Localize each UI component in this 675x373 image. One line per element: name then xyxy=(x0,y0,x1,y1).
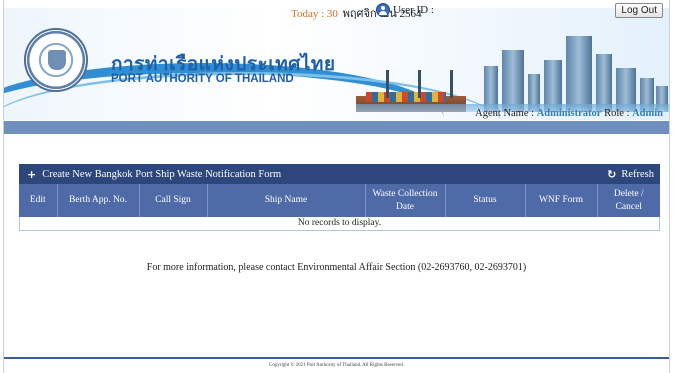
refresh-button[interactable]: ↻ Refresh xyxy=(607,168,654,181)
column-header-status[interactable]: Status xyxy=(445,184,526,217)
port-authority-seal-logo xyxy=(24,28,88,92)
column-header-wnf-form[interactable]: WNF Form xyxy=(525,184,598,217)
column-header-ship-name[interactable]: Ship Name xyxy=(207,184,366,217)
column-header-waste-collection-date[interactable]: Waste Collection Date xyxy=(365,184,446,217)
grid-toolbar: + Create New Bangkok Port Ship Waste Not… xyxy=(19,164,660,184)
agent-info: Agent Name : Administrator Role : Admin xyxy=(475,108,663,119)
org-name-english: PORT AUTHORITY OF THAILAND xyxy=(111,73,294,85)
header-banner: การท่าเรือแห่งประเทศไทย PORT AUTHORITY O… xyxy=(4,8,669,120)
header-row: Edit Berth App. No. Call Sign Ship Name … xyxy=(19,184,660,217)
grid-header: Edit Berth App. No. Call Sign Ship Name … xyxy=(19,184,660,217)
role-value: Admin xyxy=(632,108,663,119)
plus-icon: + xyxy=(27,167,37,181)
waste-notification-grid: + Create New Bangkok Port Ship Waste Not… xyxy=(19,164,660,231)
page-frame: การท่าเรือแห่งประเทศไทย PORT AUTHORITY O… xyxy=(3,0,670,373)
port-skyline-image xyxy=(356,32,669,112)
logout-button[interactable]: Log Out xyxy=(615,3,663,18)
user-icon xyxy=(376,3,390,17)
nav-bar xyxy=(4,121,669,134)
column-header-delete-cancel[interactable]: Delete / Cancel xyxy=(597,184,660,217)
column-header-berth-app-no[interactable]: Berth App. No. xyxy=(57,184,140,217)
create-form-button[interactable]: + Create New Bangkok Port Ship Waste Not… xyxy=(27,168,281,181)
column-header-edit[interactable]: Edit xyxy=(19,184,58,217)
no-records-message: No records to display. xyxy=(19,217,660,231)
agent-name: Administrator xyxy=(536,108,602,119)
contact-info-text: For more information, please contact Env… xyxy=(146,262,527,273)
copyright-text: Copyright © 2021 Port Authority of Thail… xyxy=(269,363,404,368)
user-id: User ID : xyxy=(376,3,434,17)
top-bar: Today : 30 พฤศจิกายน 2564 User ID : Log … xyxy=(4,0,669,20)
column-header-call-sign[interactable]: Call Sign xyxy=(139,184,208,217)
footer-divider xyxy=(4,357,669,359)
refresh-icon: ↻ xyxy=(607,167,617,181)
